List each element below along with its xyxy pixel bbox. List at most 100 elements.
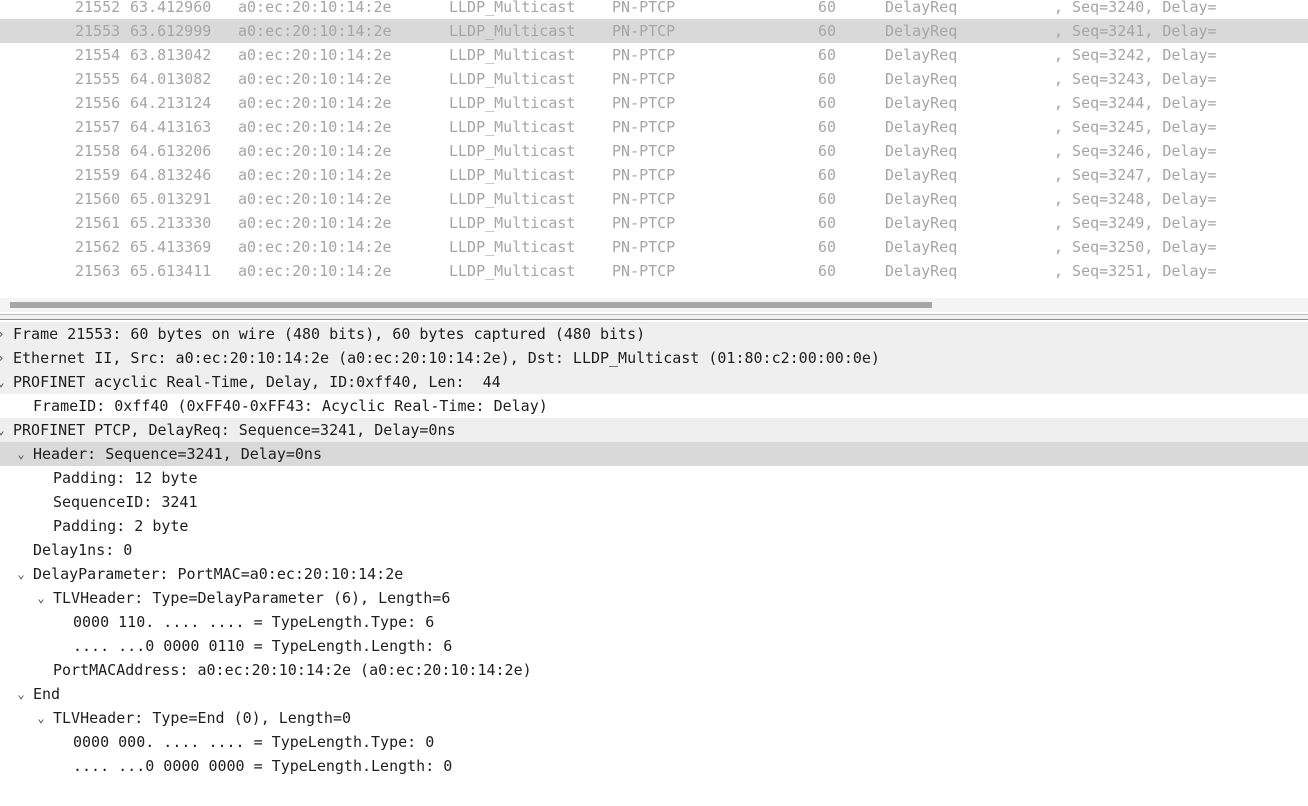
tree-node[interactable]: Delay1ns: 0 [0, 538, 1308, 562]
packet-number-cell: 21553 [75, 22, 121, 40]
packet-info-seq-cell: , Seq=3251, Delay= [1054, 262, 1217, 280]
tree-node[interactable]: SequenceID: 3241 [0, 490, 1308, 514]
tree-node-label: 0000 000. .... .... = TypeLength.Type: 0 [73, 733, 435, 751]
chevron-down-icon[interactable]: ⌄ [35, 706, 47, 730]
packet-time-cell: 64.613206 [130, 142, 212, 160]
horizontal-scroll-thumb[interactable] [10, 302, 932, 308]
packet-length-cell: 60 [818, 142, 837, 160]
tree-node-label: 0000 110. .... .... = TypeLength.Type: 6 [73, 613, 435, 631]
packet-length-cell: 60 [818, 238, 837, 256]
packet-info-cell: DelayReq [885, 214, 958, 232]
packet-destination-cell: LLDP_Multicast [449, 0, 576, 16]
packet-info-seq-cell: , Seq=3247, Delay= [1054, 166, 1217, 184]
packet-time-cell: 64.213124 [130, 94, 212, 112]
chevron-down-icon[interactable]: ⌄ [15, 682, 27, 706]
tree-node[interactable]: 0000 110. .... .... = TypeLength.Type: 6 [0, 610, 1308, 634]
tree-node[interactable]: ⌄ DelayParameter: PortMAC=a0:ec:20:10:14:… [0, 562, 1308, 586]
packet-row[interactable]: 21557 64.413163 a0:ec:20:10:14:2e LLDP_Mult… [0, 115, 1308, 139]
horizontal-scrollbar[interactable] [0, 298, 1308, 312]
packet-row[interactable]: 21555 64.013082 a0:ec:20:10:14:2e LLDP_Mult… [0, 67, 1308, 91]
packet-info-cell: DelayReq [885, 70, 958, 88]
packet-row[interactable]: 21561 65.213330 a0:ec:20:10:14:2e LLDP_Mult… [0, 211, 1308, 235]
tree-node[interactable]: › Frame 21553: 60 bytes on wire (480 bits… [0, 322, 1308, 346]
tree-node-label: DelayParameter: PortMAC=a0:ec:20:10:14:2… [33, 565, 404, 583]
tree-node[interactable]: .... ...0 0000 0000 = TypeLength.Length:… [0, 754, 1308, 778]
pane-splitter[interactable] [0, 314, 1308, 320]
packet-row[interactable]: 21554 63.813042 a0:ec:20:10:14:2e LLDP_Mult… [0, 43, 1308, 67]
chevron-down-icon[interactable]: ⌄ [35, 586, 47, 610]
packet-details-tree[interactable]: › Frame 21553: 60 bytes on wire (480 bits… [0, 322, 1308, 806]
tree-node[interactable]: Padding: 2 byte [0, 514, 1308, 538]
tree-node-selected[interactable]: ⌄ Header: Sequence=3241, Delay=0ns [0, 442, 1308, 466]
packet-time-cell: 65.013291 [130, 190, 212, 208]
packet-info-cell: DelayReq [885, 142, 958, 160]
packet-protocol-cell: PN-PTCP [612, 0, 676, 16]
packet-info-cell: DelayReq [885, 190, 958, 208]
tree-node[interactable]: FrameID: 0xff40 (0xFF40-0xFF43: Acyclic … [0, 394, 1308, 418]
packet-info-seq-cell: , Seq=3244, Delay= [1054, 94, 1217, 112]
tree-node[interactable]: .... ...0 0000 0110 = TypeLength.Length:… [0, 634, 1308, 658]
packet-time-cell: 63.813042 [130, 46, 212, 64]
chevron-right-icon[interactable]: › [0, 346, 7, 370]
chevron-down-icon[interactable]: ⌄ [15, 562, 27, 586]
packet-row[interactable]: 21556 64.213124 a0:ec:20:10:14:2e LLDP_Mult… [0, 91, 1308, 115]
packet-info-seq-cell: , Seq=3250, Delay= [1054, 238, 1217, 256]
packet-protocol-cell: PN-PTCP [612, 262, 676, 280]
packet-row[interactable]: 21563 65.613411 a0:ec:20:10:14:2e LLDP_Mult… [0, 259, 1308, 283]
packet-length-cell: 60 [818, 46, 837, 64]
tree-node-label: Header: Sequence=3241, Delay=0ns [33, 445, 322, 463]
packet-destination-cell: LLDP_Multicast [449, 166, 576, 184]
packet-row[interactable]: 21562 65.413369 a0:ec:20:10:14:2e LLDP_Mult… [0, 235, 1308, 259]
tree-node[interactable]: ⌄ End [0, 682, 1308, 706]
packet-time-cell: 65.213330 [130, 214, 212, 232]
tree-node[interactable]: ⌄ TLVHeader: Type=End (0), Length=0 [0, 706, 1308, 730]
packet-source-cell: a0:ec:20:10:14:2e [238, 46, 392, 64]
packet-destination-cell: LLDP_Multicast [449, 262, 576, 280]
packet-row[interactable]: 21560 65.013291 a0:ec:20:10:14:2e LLDP_Mult… [0, 187, 1308, 211]
packet-length-cell: 60 [818, 94, 837, 112]
tree-node-label: End [33, 685, 61, 703]
packet-number-cell: 21563 [75, 262, 121, 280]
tree-node[interactable]: ⌄ PROFINET acyclic Real-Time, Delay, ID:0… [0, 370, 1308, 394]
packet-source-cell: a0:ec:20:10:14:2e [238, 190, 392, 208]
packet-list[interactable]: 21552 63.412960 a0:ec:20:10:14:2e LLDP_Mult… [0, 0, 1308, 298]
packet-info-cell: DelayReq [885, 118, 958, 136]
packet-info-cell: DelayReq [885, 22, 958, 40]
packet-row[interactable]: 21558 64.613206 a0:ec:20:10:14:2e LLDP_Mult… [0, 139, 1308, 163]
packet-row[interactable]: 21559 64.813246 a0:ec:20:10:14:2e LLDP_Mult… [0, 163, 1308, 187]
packet-info-cell: DelayReq [885, 238, 958, 256]
tree-node[interactable]: 0000 000. .... .... = TypeLength.Type: 0 [0, 730, 1308, 754]
tree-node-label: Padding: 2 byte [53, 517, 189, 535]
packet-info-cell: DelayReq [885, 94, 958, 112]
packet-protocol-cell: PN-PTCP [612, 142, 676, 160]
packet-info-seq-cell: , Seq=3248, Delay= [1054, 190, 1217, 208]
chevron-down-icon[interactable]: ⌄ [0, 370, 7, 394]
chevron-down-icon[interactable]: ⌄ [15, 442, 27, 466]
packet-row-selected[interactable]: 21553 63.612999 a0:ec:20:10:14:2e LLDP_Mult… [0, 19, 1308, 43]
packet-length-cell: 60 [818, 166, 837, 184]
packet-destination-cell: LLDP_Multicast [449, 22, 576, 40]
packet-number-cell: 21560 [75, 190, 121, 208]
tree-node[interactable]: PortMACAddress: a0:ec:20:10:14:2e (a0:ec… [0, 658, 1308, 682]
tree-node[interactable]: ⌄ TLVHeader: Type=DelayParameter (6), Len… [0, 586, 1308, 610]
packet-source-cell: a0:ec:20:10:14:2e [238, 214, 392, 232]
packet-protocol-cell: PN-PTCP [612, 190, 676, 208]
tree-node-label: PROFINET PTCP, DelayReq: Sequence=3241, … [13, 421, 456, 439]
packet-time-cell: 64.013082 [130, 70, 212, 88]
tree-node[interactable]: ⌄ PROFINET PTCP, DelayReq: Sequence=3241,… [0, 418, 1308, 442]
packet-destination-cell: LLDP_Multicast [449, 214, 576, 232]
tree-node[interactable]: › Ethernet II, Src: a0:ec:20:10:14:2e (a0… [0, 346, 1308, 370]
chevron-down-icon[interactable]: ⌄ [0, 418, 7, 442]
packet-source-cell: a0:ec:20:10:14:2e [238, 118, 392, 136]
tree-node[interactable]: Padding: 12 byte [0, 466, 1308, 490]
tree-node-label: Ethernet II, Src: a0:ec:20:10:14:2e (a0:… [13, 349, 880, 367]
packet-protocol-cell: PN-PTCP [612, 22, 676, 40]
packet-info-seq-cell: , Seq=3243, Delay= [1054, 70, 1217, 88]
packet-length-cell: 60 [818, 262, 837, 280]
packet-info-cell: DelayReq [885, 46, 958, 64]
packet-length-cell: 60 [818, 70, 837, 88]
chevron-right-icon[interactable]: › [0, 322, 7, 346]
packet-row[interactable]: 21552 63.412960 a0:ec:20:10:14:2e LLDP_Mult… [0, 0, 1308, 19]
packet-destination-cell: LLDP_Multicast [449, 118, 576, 136]
tree-node-label: .... ...0 0000 0110 = TypeLength.Length:… [73, 637, 453, 655]
